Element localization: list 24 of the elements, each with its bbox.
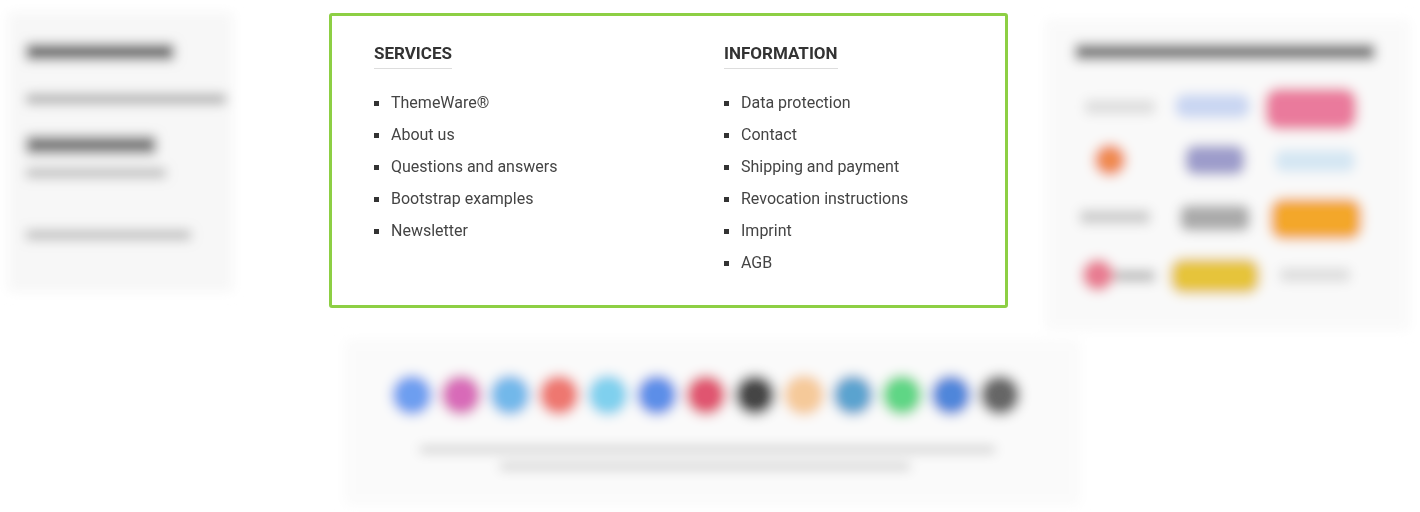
bullet-icon <box>724 260 729 266</box>
footer-link[interactable]: Newsletter <box>391 219 468 243</box>
section-heading: SERVICES <box>374 42 452 69</box>
section-heading: INFORMATION <box>724 42 838 69</box>
bullet-icon <box>724 228 729 234</box>
footer-link[interactable]: Shipping and payment <box>741 155 900 179</box>
footer-link[interactable]: Questions and answers <box>391 155 558 179</box>
footer-link[interactable]: Bootstrap examples <box>391 187 534 211</box>
footer-link[interactable]: ThemeWare® <box>391 91 490 115</box>
footer-link[interactable]: AGB <box>741 251 773 275</box>
bullet-icon <box>374 100 379 106</box>
bullet-icon <box>724 132 729 138</box>
bullet-icon <box>374 228 379 234</box>
footer-link[interactable]: About us <box>391 123 455 147</box>
footer-link[interactable]: Imprint <box>741 219 792 243</box>
bullet-icon <box>724 196 729 202</box>
bullet-icon <box>724 164 729 170</box>
footer-link[interactable]: Revocation instructions <box>741 187 909 211</box>
footer-link[interactable]: Data protection <box>741 91 851 115</box>
bullet-icon <box>374 132 379 138</box>
bullet-icon <box>374 164 379 170</box>
footer-link[interactable]: Contact <box>741 123 797 147</box>
bullet-icon <box>724 100 729 106</box>
bullet-icon <box>374 196 379 202</box>
